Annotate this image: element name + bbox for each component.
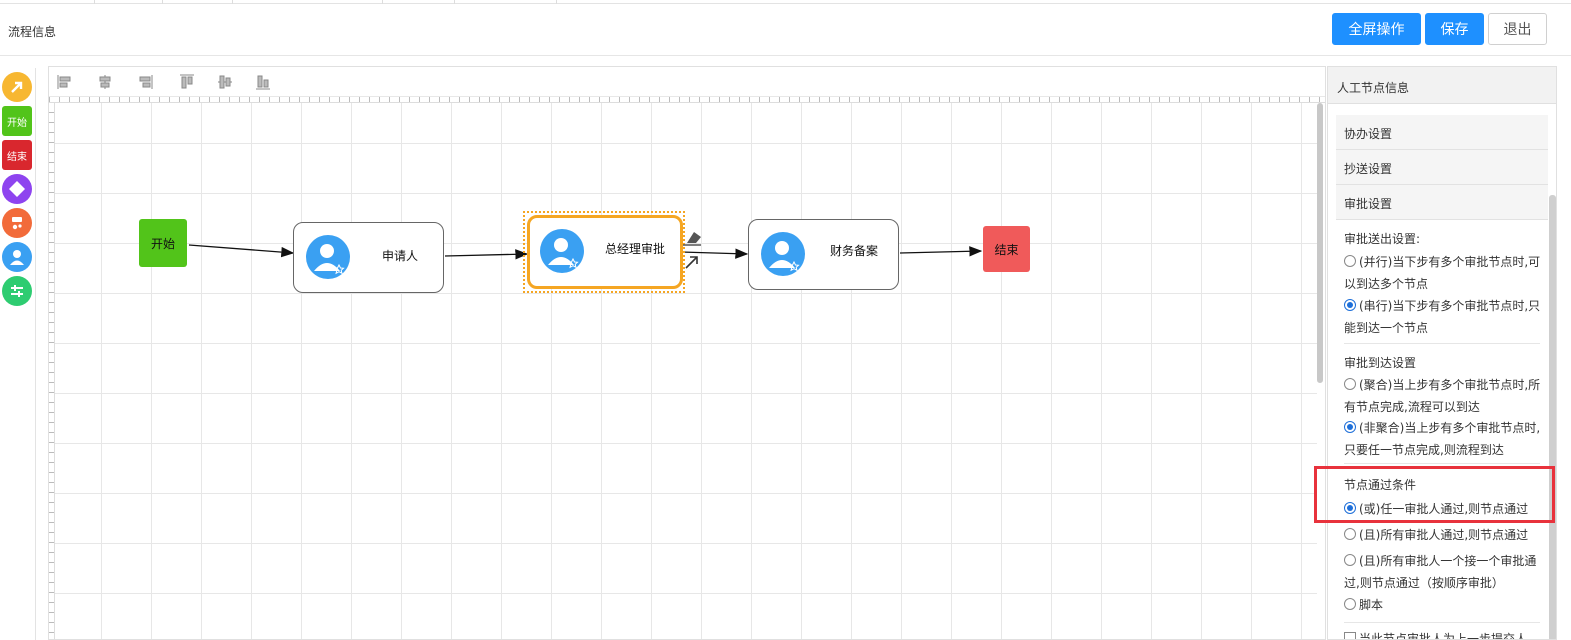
subprocess-icon[interactable] (2, 208, 32, 238)
arrival-option-non-aggregate[interactable]: (非聚合)当上步有多个审批节点时, 只要任一节点完成,则流程到达 (1344, 417, 1544, 461)
connector-layer (188, 244, 983, 260)
checkbox[interactable] (1344, 632, 1356, 639)
approval-settings-section[interactable]: 审批设置 (1336, 185, 1548, 220)
task-node-finance[interactable]: 财务备案 (748, 219, 899, 290)
option-text-cont: 以到达多个节点 (1344, 277, 1429, 291)
divider (1344, 622, 1540, 623)
radio-button[interactable] (1344, 528, 1356, 540)
option-text: (聚合)当上步有多个审批节点时,所 (1359, 378, 1541, 392)
start-node[interactable]: 开始 (139, 219, 187, 267)
annotation-highlight-box (1314, 466, 1555, 523)
option-text: 脚本 (1359, 598, 1384, 612)
divider (1344, 343, 1540, 344)
cc-settings-section[interactable]: 抄送设置 (1336, 150, 1548, 185)
process-icon (12, 217, 22, 230)
option-text: (并行)当下步有多个审批节点时,可 (1359, 255, 1541, 269)
user-icon (10, 250, 24, 265)
workflow-designer: 流程信息 全屏操作 保存 退出 开始 结束 开始 申请人 总经理审批 财务备案 … (0, 0, 1571, 640)
gateway-diamond-icon[interactable] (2, 174, 32, 204)
send-out-option-serial[interactable]: (串行)当下步有多个审批节点时,只 能到达一个节点 (1344, 295, 1544, 339)
edge-start-to-applicant[interactable] (188, 244, 295, 258)
radio-button-selected[interactable] (1344, 421, 1356, 433)
option-text-cont: 过,则节点通过（按顺序审批） (1344, 576, 1504, 590)
option-text-cont: 有节点完成,流程可以到达 (1344, 400, 1480, 414)
arrow-up-right-icon (11, 81, 23, 93)
task-label: 申请人 (382, 249, 419, 263)
design-canvas[interactable]: 开始 申请人 总经理审批 财务备案 结束 (48, 66, 1326, 640)
radio-button[interactable] (1344, 378, 1356, 390)
option-text: (非聚合)当上步有多个审批节点时, (1359, 421, 1541, 435)
option-text: (且)所有审批人通过,则节点通过 (1359, 528, 1529, 542)
radio-button-selected[interactable] (1344, 299, 1356, 311)
arrival-option-aggregate[interactable]: (聚合)当上步有多个审批节点时,所 有节点完成,流程可以到达 (1344, 374, 1544, 418)
send-out-option-parallel[interactable]: (并行)当下步有多个审批节点时,可 以到达多个节点 (1344, 251, 1544, 295)
end-node[interactable]: 结束 (983, 226, 1030, 272)
radio-button[interactable] (1344, 255, 1356, 267)
sliders-icon (11, 285, 23, 297)
end-tool-label: 结束 (7, 151, 27, 163)
task-node-applicant[interactable]: 申请人 (293, 222, 444, 293)
radio-button[interactable] (1344, 554, 1356, 566)
pass-option-all[interactable]: (且)所有审批人通过,则节点通过 (1344, 524, 1544, 546)
option-text-cont: 只要任一节点完成,则流程到达 (1344, 443, 1504, 457)
panel-scrollbar[interactable] (1549, 195, 1556, 639)
panel-title: 人工节点信息 (1328, 67, 1556, 104)
task-node-gm-approval[interactable]: 总经理审批 (527, 215, 683, 289)
save-button[interactable]: 保存 (1425, 13, 1484, 45)
start-node-label: 开始 (150, 236, 175, 251)
checkbox-label: 当此节点审批人为上一步提交人 (1359, 632, 1528, 640)
user-avatar-icon (540, 229, 584, 273)
eraser-icon[interactable] (681, 229, 703, 247)
pass-option-sequential[interactable]: (且)所有审批人一个接一个审批通 过,则节点通过（按顺序审批） (1344, 550, 1544, 594)
user-avatar-icon (761, 232, 805, 276)
start-node-tool[interactable]: 开始 (2, 106, 32, 136)
node-palette: 开始 结束 (0, 68, 36, 640)
task-label: 总经理审批 (605, 242, 666, 256)
node-properties-panel: 人工节点信息 协办设置 抄送设置 审批设置 审批送出设置: (并行)当下步有多个… (1327, 66, 1557, 640)
page-title: 流程信息 (8, 25, 57, 39)
exit-button[interactable]: 退出 (1488, 13, 1547, 45)
divider (1344, 463, 1540, 464)
header: 流程信息 全屏操作 保存 退出 (0, 4, 1571, 56)
end-node-label: 结束 (994, 242, 1019, 257)
fullscreen-button[interactable]: 全屏操作 (1332, 13, 1421, 45)
end-node-tool[interactable]: 结束 (2, 140, 32, 170)
radio-button[interactable] (1344, 598, 1356, 610)
connect-arrow-icon[interactable] (683, 253, 701, 271)
user-task-icon[interactable] (2, 242, 32, 272)
option-text: (且)所有审批人一个接一个审批通 (1359, 554, 1537, 568)
connector-arrow-icon[interactable] (2, 72, 32, 102)
arrival-settings-title: 审批到达设置 (1344, 356, 1417, 370)
parallel-icon[interactable] (2, 276, 32, 306)
edge-applicant-to-gm[interactable] (444, 249, 529, 260)
option-text: (串行)当下步有多个审批节点时,只 (1359, 299, 1541, 313)
submitter-skip-checkbox[interactable]: 当此节点审批人为上一步提交人 (1344, 628, 1544, 640)
edge-finance-to-end[interactable] (899, 246, 983, 257)
diamond-icon (9, 181, 25, 197)
pass-option-script[interactable]: 脚本 (1344, 594, 1544, 616)
start-tool-label: 开始 (7, 117, 27, 129)
user-avatar-icon (306, 235, 350, 279)
send-out-settings-title: 审批送出设置: (1344, 232, 1421, 246)
task-label: 财务备案 (830, 244, 879, 258)
option-text-cont: 能到达一个节点 (1344, 321, 1429, 335)
assist-settings-section[interactable]: 协办设置 (1336, 115, 1548, 150)
